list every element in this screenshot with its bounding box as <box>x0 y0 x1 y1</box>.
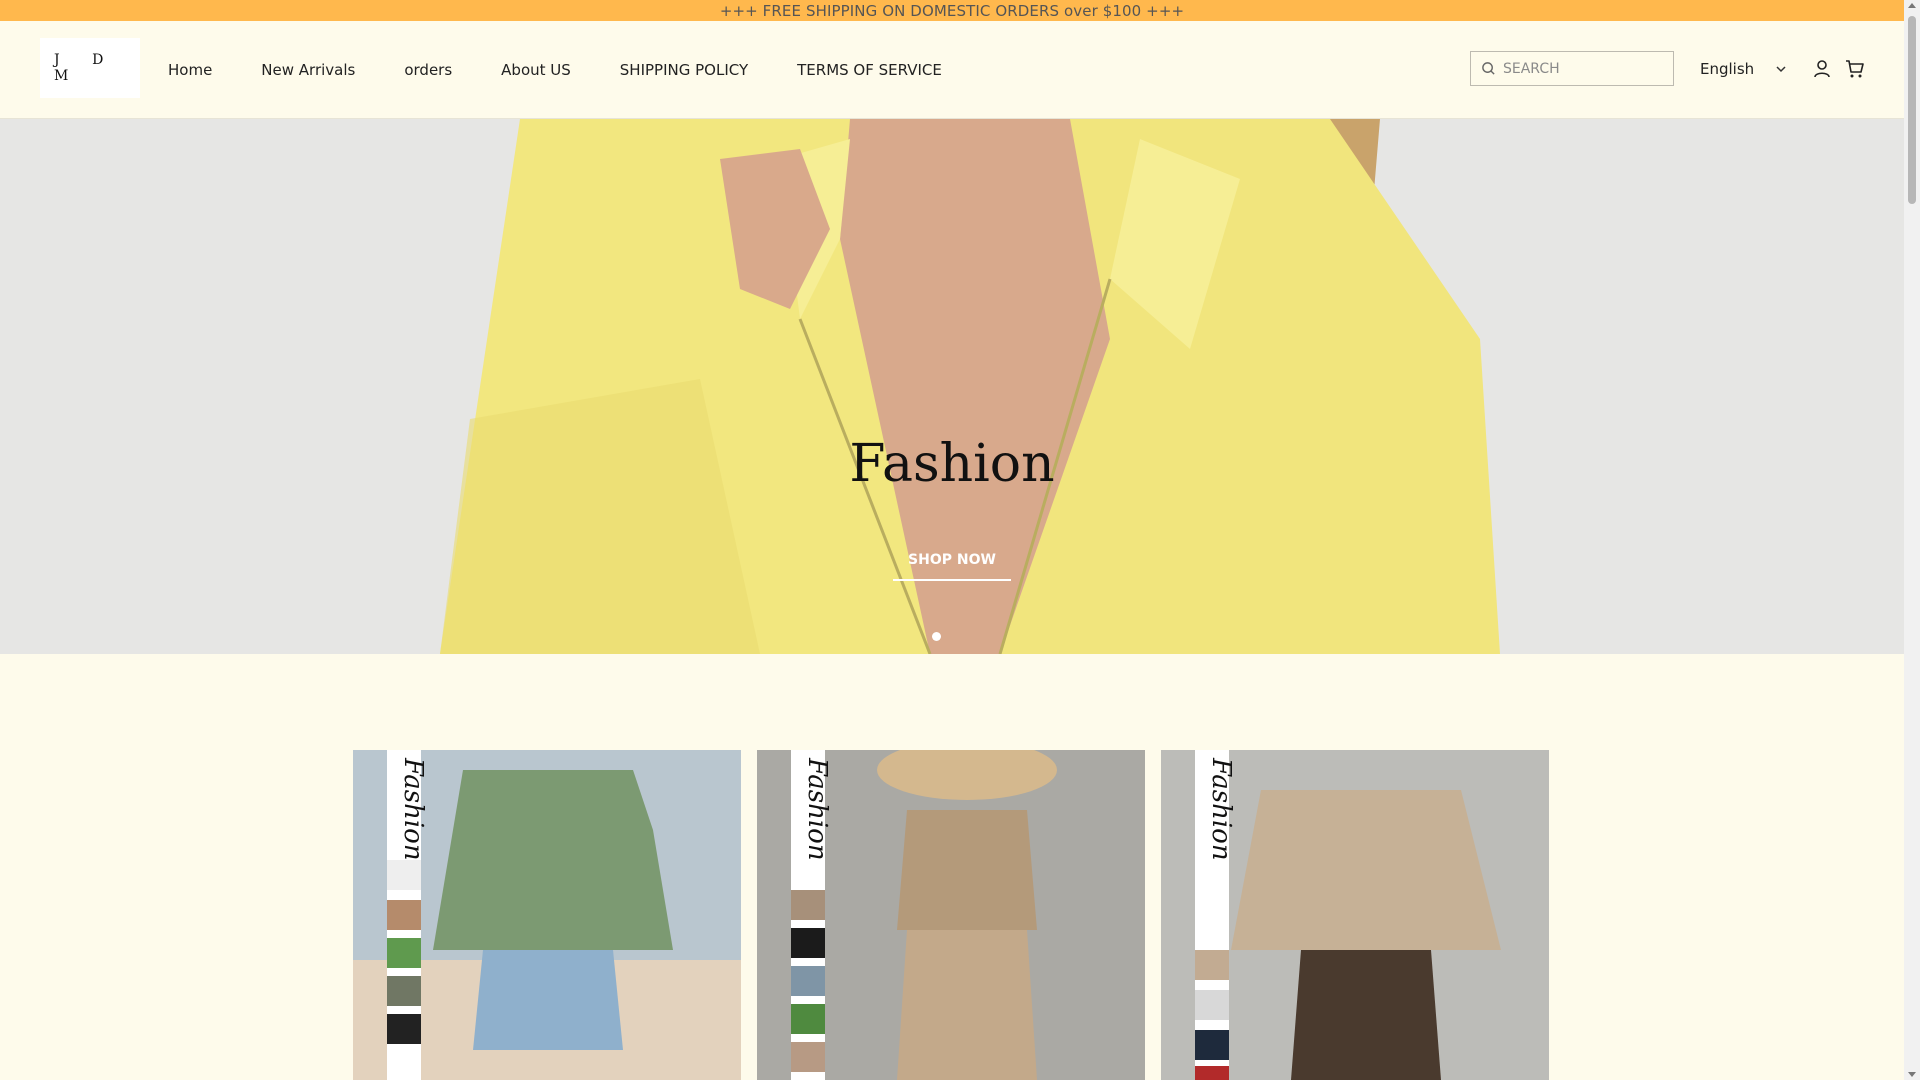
search-icon <box>1482 62 1495 75</box>
scrollbar[interactable] <box>1904 0 1920 1080</box>
announcement-bar: +++ FREE SHIPPING ON DOMESTIC ORDERS ove… <box>0 0 1904 21</box>
nav-home[interactable]: Home <box>168 61 212 79</box>
nav-terms-of-service[interactable]: TERMS OF SERVICE <box>797 61 942 79</box>
nav-about-us[interactable]: About US <box>501 61 571 79</box>
slide-dot[interactable] <box>932 632 941 641</box>
shop-now-button[interactable]: SHOP NOW <box>893 549 1011 581</box>
scroll-down-arrow[interactable] <box>1908 1072 1916 1077</box>
nav-orders[interactable]: orders <box>404 61 452 79</box>
product-grid: Fashion Fashion Fashion <box>353 750 1549 1080</box>
search-box[interactable] <box>1470 51 1674 86</box>
product-label: Fashion <box>1206 758 1236 861</box>
nav-shipping-policy[interactable]: SHIPPING POLICY <box>620 61 748 79</box>
hero-banner: Fashion SHOP NOW <box>0 119 1904 654</box>
site-header: J D M Home New Arrivals orders About US … <box>0 21 1904 119</box>
language-label: English <box>1700 59 1755 78</box>
logo[interactable]: J D M <box>40 38 140 98</box>
product-card[interactable]: Fashion <box>1161 750 1549 1080</box>
product-card[interactable]: Fashion <box>757 750 1145 1080</box>
nav-new-arrivals[interactable]: New Arrivals <box>261 61 355 79</box>
product-card[interactable]: Fashion <box>353 750 741 1080</box>
account-icon[interactable] <box>1811 58 1833 80</box>
chevron-down-icon <box>1776 65 1786 72</box>
hero-title: Fashion <box>849 434 1055 494</box>
scroll-thumb[interactable] <box>1908 16 1916 204</box>
product-label: Fashion <box>398 758 428 861</box>
search-input[interactable] <box>1501 59 1665 78</box>
cart-icon[interactable] <box>1844 58 1866 80</box>
product-label: Fashion <box>802 758 832 861</box>
scroll-up-arrow[interactable] <box>1908 3 1916 8</box>
language-selector[interactable]: English <box>1700 51 1788 86</box>
announcement-text: +++ FREE SHIPPING ON DOMESTIC ORDERS ove… <box>719 1 1185 20</box>
main-navigation: Home New Arrivals orders About US SHIPPI… <box>168 21 991 118</box>
